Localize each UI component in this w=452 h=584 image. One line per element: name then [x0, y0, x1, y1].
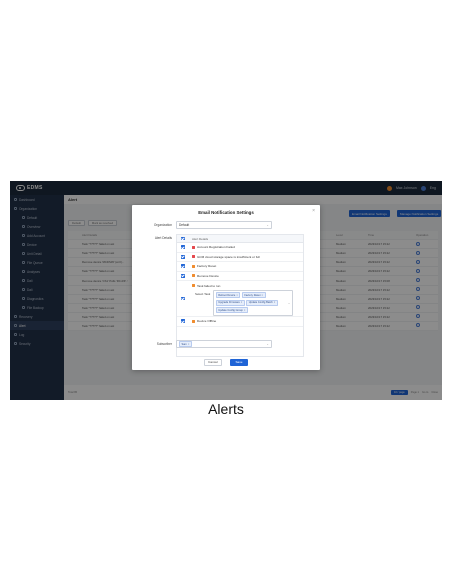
remove-tag-icon[interactable]: ×: [188, 343, 190, 346]
severity-icon: [192, 319, 195, 323]
subscriber-tag[interactable]: Sam ×: [179, 341, 192, 347]
remove-tag-icon[interactable]: ×: [261, 294, 263, 297]
alert-type-row[interactable]: Remove Device: [177, 272, 303, 281]
task-tag[interactable]: Factory Reset ×: [241, 292, 266, 298]
close-icon[interactable]: ×: [312, 209, 315, 214]
select-all-checkbox[interactable]: [181, 236, 185, 241]
figure-caption: Alerts: [208, 401, 244, 417]
alert-type-checkbox[interactable]: [181, 264, 185, 269]
severity-icon: [192, 264, 195, 268]
alert-type-row[interactable]: Device Offline: [177, 317, 303, 327]
chevron-down-icon: ⌄: [266, 223, 269, 227]
task-tag[interactable]: Upgrade Firmware ×: [215, 299, 245, 306]
alert-types-table: Alert Details Account Registration Faile…: [176, 234, 304, 357]
alert-type-label: Remove Device: [197, 273, 219, 278]
alert-type-checkbox[interactable]: [181, 245, 185, 250]
alert-type-label: Account Registration Failed: [197, 245, 235, 250]
alert-type-row[interactable]: Task failed to run Select Task Reboot Devi…: [177, 281, 303, 317]
alert-types-body: Account Registration Failed GCM cloud sto…: [177, 243, 303, 327]
subscriber-label: Subscriber: [156, 342, 172, 346]
remove-tag-icon[interactable]: ×: [241, 301, 243, 304]
task-tag-label: Update Config Group: [218, 308, 243, 312]
remove-tag-icon[interactable]: ×: [274, 301, 276, 304]
remove-tag-icon[interactable]: ×: [244, 309, 246, 312]
task-tag-label: Reboot Device: [218, 293, 236, 297]
task-multiselect[interactable]: Reboot Device × Factory Reset × Upgrade Firm…: [213, 289, 294, 316]
severity-icon: [192, 274, 195, 278]
remove-tag-icon[interactable]: ×: [236, 294, 238, 297]
subscriber-select[interactable]: Sam × ⌄: [176, 340, 272, 348]
task-tag-label: Factory Reset: [244, 293, 261, 297]
alert-type-checkbox[interactable]: [181, 273, 185, 278]
select-task-label: Select Task: [195, 291, 211, 296]
alert-type-row[interactable]: Factory Reset: [177, 262, 303, 272]
email-notification-modal: Email Notification Settings × Organizati…: [132, 205, 320, 370]
alert-type-label: GCM cloud storage space is insufficient …: [197, 254, 260, 259]
task-tag-label: Upgrade Firmware: [218, 301, 240, 304]
alert-type-checkbox[interactable]: [181, 319, 185, 324]
alert-type-row[interactable]: GCM cloud storage space is insufficient …: [177, 253, 303, 262]
severity-icon: [192, 245, 195, 249]
alert-type-label: Task failed to run: [197, 283, 221, 288]
alert-type-checkbox[interactable]: [181, 296, 185, 301]
organization-label: Organization: [153, 223, 172, 227]
alert-types-header: Alert Details: [177, 235, 303, 243]
chevron-down-icon: ⌄: [266, 342, 269, 346]
subscriber-tag-label: Sam: [181, 342, 187, 346]
save-button[interactable]: Save: [230, 359, 248, 366]
cancel-button[interactable]: Cancel: [204, 359, 222, 366]
alert-types-header-label: Alert Details: [192, 236, 209, 241]
alert-type-row[interactable]: Account Registration Failed: [177, 243, 303, 253]
task-tag[interactable]: Update Config Group ×: [215, 307, 248, 313]
alert-type-label: Factory Reset: [197, 264, 217, 269]
chevron-down-icon: ⌄: [287, 300, 291, 305]
task-tag[interactable]: Reboot Device ×: [215, 292, 241, 298]
severity-icon: [192, 255, 195, 259]
severity-icon: [192, 284, 195, 287]
task-tag-label: Update Config Batch: [248, 301, 273, 304]
alert-type-label: Device Offline: [197, 319, 217, 324]
organization-value: Default: [179, 223, 190, 227]
alert-type-checkbox[interactable]: [181, 254, 185, 259]
alert-details-label: Alert Details: [154, 236, 172, 240]
modal-title: Email Notification Settings: [198, 210, 254, 215]
organization-select[interactable]: Default ⌄: [176, 221, 272, 229]
task-tag[interactable]: Update Config Batch ×: [246, 299, 278, 306]
